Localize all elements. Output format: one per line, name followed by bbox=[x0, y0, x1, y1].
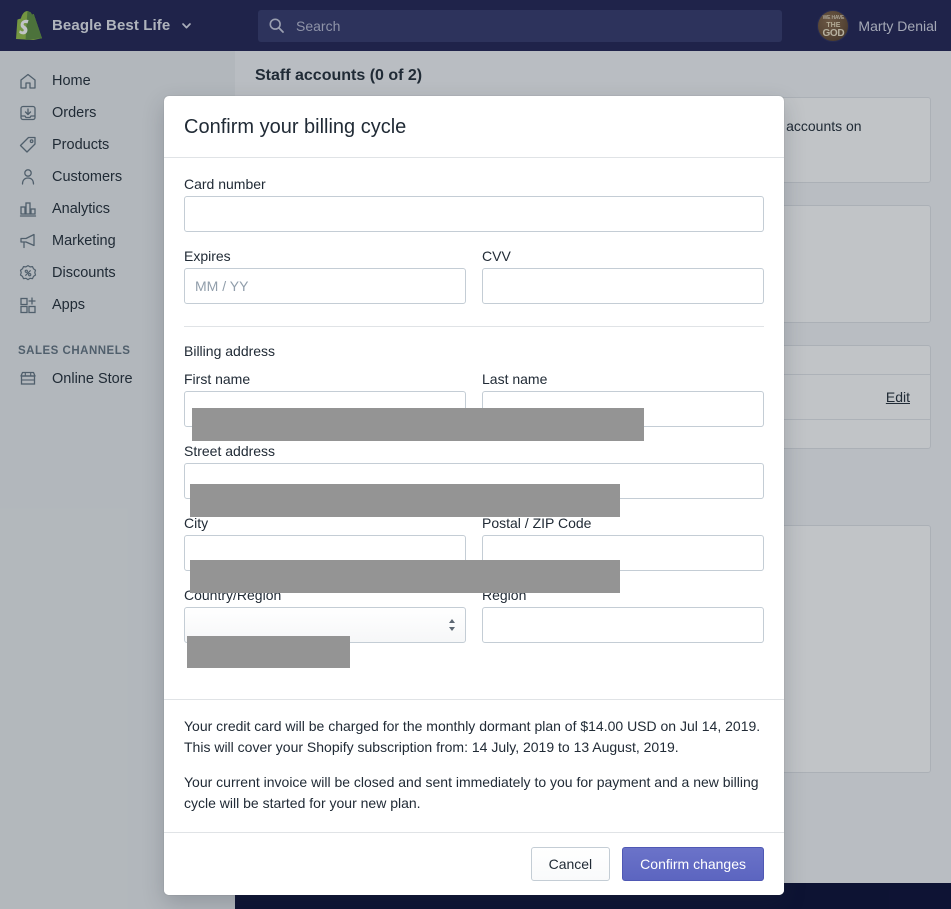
street-address-input[interactable] bbox=[184, 463, 764, 499]
last-name-field: Last name bbox=[482, 371, 764, 427]
street-address-label: Street address bbox=[184, 443, 276, 459]
street-address-field: Street address bbox=[184, 443, 764, 499]
confirm-billing-modal: Confirm your billing cycle Card number E… bbox=[164, 96, 784, 895]
expiry-cvv-row: Expires CVV bbox=[184, 248, 764, 320]
card-number-label: Card number bbox=[184, 176, 266, 192]
city-label: City bbox=[184, 515, 209, 531]
cvv-input[interactable] bbox=[482, 268, 764, 304]
first-name-field: First name bbox=[184, 371, 466, 427]
card-number-field: Card number bbox=[184, 176, 764, 232]
country-select[interactable] bbox=[184, 607, 466, 643]
cvv-label: CVV bbox=[482, 248, 511, 264]
country-select-wrap bbox=[184, 607, 466, 643]
modal-divider bbox=[184, 326, 764, 327]
postal-code-field: Postal / ZIP Code bbox=[482, 515, 764, 571]
first-name-input[interactable] bbox=[184, 391, 466, 427]
billing-note-1: Your credit card will be charged for the… bbox=[184, 718, 761, 755]
card-number-input[interactable] bbox=[184, 196, 764, 232]
last-name-label: Last name bbox=[482, 371, 548, 387]
modal-title: Confirm your billing cycle bbox=[184, 116, 407, 138]
expires-input[interactable] bbox=[184, 268, 466, 304]
modal-header: Confirm your billing cycle bbox=[164, 96, 784, 158]
region-field: Region bbox=[482, 587, 764, 643]
modal-body: Card number Expires CVV Billing address … bbox=[164, 158, 784, 699]
billing-note-2: Your current invoice will be closed and … bbox=[184, 774, 759, 811]
expires-field: Expires bbox=[184, 248, 466, 304]
first-name-label: First name bbox=[184, 371, 251, 387]
city-postal-row: City Postal / ZIP Code bbox=[184, 515, 764, 587]
modal-note: Your credit card will be charged for the… bbox=[164, 699, 784, 832]
modal-footer: Cancel Confirm changes bbox=[164, 832, 784, 895]
expires-label: Expires bbox=[184, 248, 231, 264]
country-region-row: Country/Region Region bbox=[184, 587, 764, 659]
cancel-button[interactable]: Cancel bbox=[530, 847, 611, 881]
postal-code-input[interactable] bbox=[482, 535, 764, 571]
country-field: Country/Region bbox=[184, 587, 466, 643]
region-input[interactable] bbox=[482, 607, 764, 643]
region-label: Region bbox=[482, 587, 527, 603]
postal-code-label: Postal / ZIP Code bbox=[482, 515, 592, 531]
app-root: Staff accounts (0 of 2) staff accounts o… bbox=[0, 0, 951, 909]
confirm-changes-button[interactable]: Confirm changes bbox=[622, 847, 764, 881]
city-field: City bbox=[184, 515, 466, 571]
country-label: Country/Region bbox=[184, 587, 282, 603]
cvv-field: CVV bbox=[482, 248, 764, 304]
billing-address-label: Billing address bbox=[184, 343, 276, 359]
last-name-input[interactable] bbox=[482, 391, 764, 427]
name-row: First name Last name bbox=[184, 371, 764, 443]
city-input[interactable] bbox=[184, 535, 466, 571]
